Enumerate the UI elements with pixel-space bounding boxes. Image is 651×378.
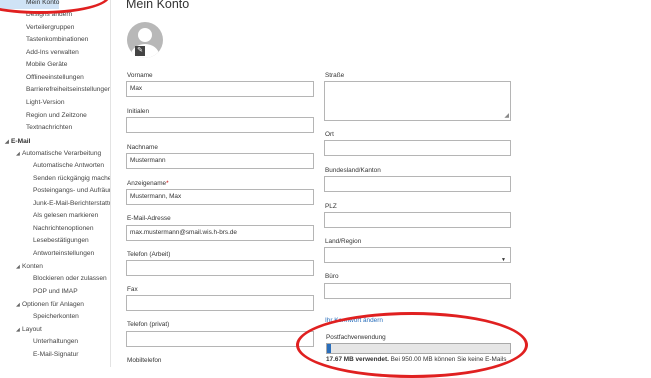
sidebar-item-label: Optionen für Anlagen xyxy=(22,301,84,308)
pencil-icon[interactable]: ✎ xyxy=(135,46,145,56)
telefon-arbeit-label: Telefon (Arbeit) xyxy=(127,251,171,258)
vorname-label: Vorname xyxy=(127,72,153,79)
sidebar-item-label: Lesebestätigungen xyxy=(33,237,89,244)
sidebar-item-label: Blockieren oder zulassen xyxy=(33,275,107,282)
highlight-circle-annotation xyxy=(296,312,528,378)
sidebar-item-label: Offlineeinstellungen xyxy=(26,74,84,81)
sidebar-item-pop-und-imap[interactable]: POP und IMAP xyxy=(0,286,78,298)
sidebar-item-label: Region und Zeitzone xyxy=(26,112,87,119)
sidebar-item-label: Senden rückgängig machen xyxy=(33,175,111,182)
avatar[interactable] xyxy=(127,22,163,58)
sidebar-item-textnachrichten[interactable]: Textnachrichten xyxy=(0,122,72,134)
sidebar-item-automatische-verarbeitung[interactable]: ◢ Automatische Verarbeitung xyxy=(0,148,101,160)
sidebar-item-label: Mobile Geräte xyxy=(26,61,68,68)
buero-field[interactable] xyxy=(324,283,511,299)
email-field[interactable]: max.mustermann@smail.wis.h-brs.de xyxy=(126,225,314,241)
plz-label: PLZ xyxy=(325,203,337,210)
anzeigename-label-text: Anzeigename xyxy=(127,180,167,187)
sidebar-item-nachrichtenoptionen[interactable]: Nachrichtenoptionen xyxy=(0,223,93,235)
telefon-arbeit-field[interactable] xyxy=(126,260,314,276)
sidebar-item-layout[interactable]: ◢ Layout xyxy=(0,324,42,336)
resize-handle-icon[interactable]: ◢ xyxy=(504,113,509,119)
anzeigename-label: Anzeigename* xyxy=(127,180,169,187)
telefon-privat-field[interactable] xyxy=(126,331,314,347)
sidebar-item-label: Barrierefreiheitseinstellungen xyxy=(26,86,111,93)
sidebar-item-label: Automatische Verarbeitung xyxy=(22,150,102,157)
sidebar-item-label: Textnachrichten xyxy=(26,124,73,131)
sidebar-item-label: Automatische Antworten xyxy=(33,162,105,169)
page-title: Mein Konto xyxy=(126,0,190,11)
email-label: E-Mail-Adresse xyxy=(127,215,171,222)
sidebar-item-label: Als gelesen markieren xyxy=(33,212,99,219)
sidebar-item-label: E-Mail xyxy=(11,138,31,145)
sidebar-item-senden-rückgängig-machen[interactable]: Senden rückgängig machen xyxy=(0,173,111,185)
sidebar-item-label: Posteingangs- und Aufräumregeln xyxy=(33,187,110,194)
sidebar-item-mobile-geräte[interactable]: Mobile Geräte xyxy=(0,59,67,71)
nachname-field[interactable]: Mustermann xyxy=(126,153,314,169)
sidebar-item-automatische-antworten[interactable]: Automatische Antworten xyxy=(0,160,104,172)
vorname-field[interactable]: Max xyxy=(126,81,314,97)
highlight-circle-annotation xyxy=(0,0,110,14)
initialen-field[interactable] xyxy=(126,117,314,133)
sidebar-item-optionen-für-anlagen[interactable]: ◢ Optionen für Anlagen xyxy=(0,299,84,311)
sidebar-item-label: Light-Version xyxy=(26,99,65,106)
sidebar-item-antworteinstellungen[interactable]: Antworteinstellungen xyxy=(0,248,94,260)
land-select[interactable]: ▼ xyxy=(324,247,511,263)
sidebar-item-lesebestätigungen[interactable]: Lesebestätigungen xyxy=(0,235,89,247)
sidebar-item-label: Antworteinstellungen xyxy=(33,250,95,257)
sidebar-item-label: Layout xyxy=(22,326,42,333)
sidebar-item-add-ins-verwalten[interactable]: Add-Ins verwalten xyxy=(0,47,79,59)
chevron-down-icon: ▼ xyxy=(501,257,506,263)
sidebar-item-konten[interactable]: ◢ Konten xyxy=(0,261,43,273)
sidebar-item-tastenkombinationen[interactable]: Tastenkombinationen xyxy=(0,34,88,46)
land-label: Land/Region xyxy=(325,238,362,245)
telefon-privat-label: Telefon (privat) xyxy=(127,321,170,328)
avatar-head-shape xyxy=(138,28,152,42)
bundesland-label: Bundesland/Kanton xyxy=(325,167,381,174)
sidebar-item-speicherkonten[interactable]: Speicherkonten xyxy=(0,311,79,323)
sidebar-item-barrierefreiheitseinstellungen[interactable]: Barrierefreiheitseinstellungen xyxy=(0,84,111,96)
sidebar-item-label: Unterhaltungen xyxy=(33,338,79,345)
sidebar-item-offlineeinstellungen[interactable]: Offlineeinstellungen xyxy=(0,72,84,84)
sidebar-item-junk-e-mail-berichterstattung[interactable]: Junk-E-Mail-Berichterstattung xyxy=(0,198,110,210)
ort-label: Ort xyxy=(325,131,334,138)
fax-label: Fax xyxy=(127,286,138,293)
strasse-label: Straße xyxy=(325,72,345,79)
mobiltelefon-label: Mobiltelefon xyxy=(127,357,162,364)
strasse-field[interactable]: ◢ xyxy=(324,81,511,121)
sidebar-item-unterhaltungen[interactable]: Unterhaltungen xyxy=(0,336,78,348)
sidebar-item-region-und-zeitzone[interactable]: Region und Zeitzone xyxy=(0,110,87,122)
buero-label: Büro xyxy=(325,273,339,280)
sidebar-item-light-version[interactable]: Light-Version xyxy=(0,97,65,109)
sidebar-item-label: Speicherkonten xyxy=(33,313,79,320)
bundesland-field[interactable] xyxy=(324,176,511,192)
sidebar-item-label: Add-Ins verwalten xyxy=(26,49,79,56)
required-marker: * xyxy=(166,180,169,187)
plz-field[interactable] xyxy=(324,212,511,228)
sidebar-nav: Mein Konto Designs ändern Verteilergruppen… xyxy=(0,0,111,367)
main-panel: Mein Konto ✎ Vorname Max Initialen Nachn… xyxy=(110,0,651,378)
sidebar-item-label: E-Mail-Signatur xyxy=(33,351,79,358)
ort-field[interactable] xyxy=(324,140,511,156)
sidebar-item-label: Junk-E-Mail-Berichterstattung xyxy=(33,200,110,207)
initialen-label: Initialen xyxy=(127,108,150,115)
sidebar-item-verteilergruppen[interactable]: Verteilergruppen xyxy=(0,22,74,34)
sidebar-item-posteingangs-und-aufräumregeln[interactable]: Posteingangs- und Aufräumregeln xyxy=(0,185,110,197)
sidebar-item-label: Verteilergruppen xyxy=(26,24,75,31)
sidebar-item-als-gelesen-markieren[interactable]: Als gelesen markieren xyxy=(0,210,98,222)
fax-field[interactable] xyxy=(126,295,314,311)
sidebar-item-e-mail-signatur[interactable]: E-Mail-Signatur xyxy=(0,349,78,361)
anzeigename-field[interactable]: Mustermann, Max xyxy=(126,189,314,205)
sidebar-item-e-mail[interactable]: ◢ E-Mail xyxy=(0,136,30,148)
sidebar-item-label: Nachrichtenoptionen xyxy=(33,225,94,232)
sidebar-item-label: Konten xyxy=(22,263,43,270)
sidebar-item-label: POP und IMAP xyxy=(33,288,78,295)
nachname-label: Nachname xyxy=(127,144,158,151)
sidebar-item-blockieren-oder-zulassen[interactable]: Blockieren oder zulassen xyxy=(0,273,107,285)
sidebar-item-label: Tastenkombinationen xyxy=(26,36,89,43)
